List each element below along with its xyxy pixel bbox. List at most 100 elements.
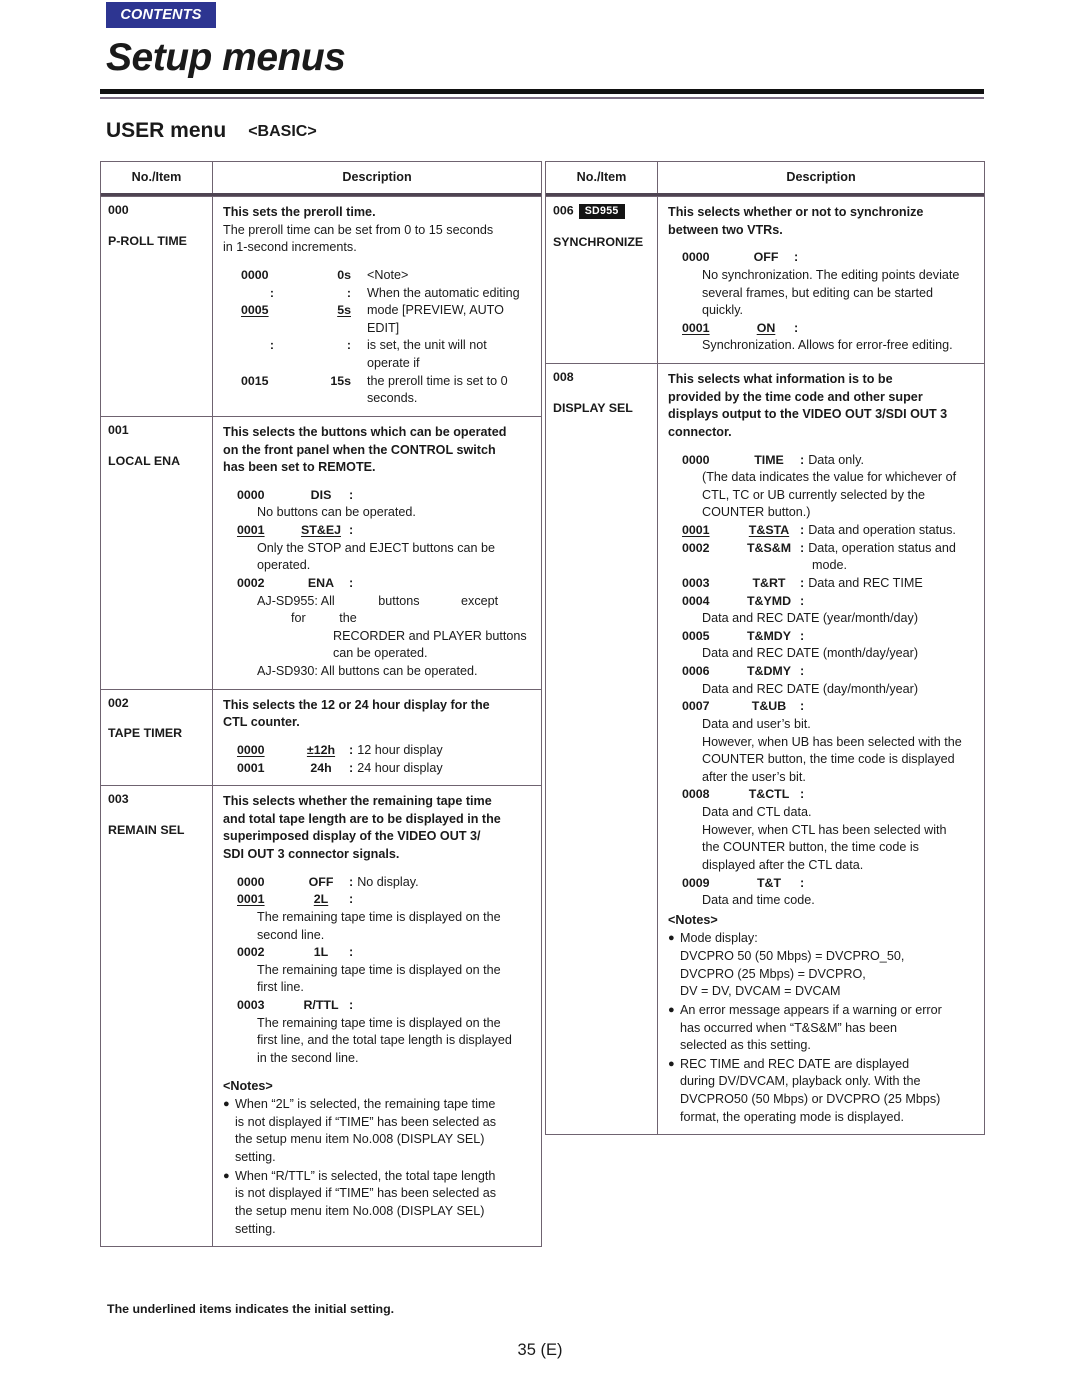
preroll-note: When the automatic editing (367, 285, 520, 300)
option-text-2: However, when UB has been selected with … (702, 734, 962, 749)
option-code: 0001 (682, 320, 710, 335)
note-line-4: format, the operating mode is displayed. (680, 1109, 905, 1124)
preroll-value: 15s (330, 373, 351, 388)
option-model-cont-1: RECORDER and PLAYER buttons (333, 628, 527, 643)
option-text-2: first line. (257, 980, 304, 995)
note-item: ● Mode display: DVCPRO 50 (50 Mbps) = DV… (668, 930, 975, 1001)
preroll-code: : (269, 338, 275, 353)
note-text: An error message appears if a warning or… (680, 1002, 975, 1055)
model-badge: SD955 (578, 204, 625, 220)
option-line: 0001 ON : (682, 320, 975, 338)
option-line: 0003 R/TTL : (237, 997, 532, 1015)
option-code: 0001 (237, 760, 265, 775)
option-note-3: COUNTER button.) (702, 505, 811, 520)
preroll-note: mode [PREVIEW, AUTO EDIT] (367, 303, 504, 335)
row-description: This selects whether or not to synchroni… (658, 197, 984, 363)
row-description: This selects the 12 or 24 hour display f… (213, 690, 541, 786)
user-menu-table-right: No./Item Description 006 SD955 SYNCHRONIZ… (545, 161, 985, 1136)
option-text: Data only. (808, 452, 864, 467)
option-colon: : (800, 593, 805, 608)
desc-lead-4: SDI OUT 3 connector signals. (223, 847, 400, 861)
bullet-icon: ● (223, 1169, 230, 1182)
notes-heading: <Notes> (668, 912, 718, 927)
option-code: 0000 (682, 250, 710, 265)
option-colon: : (349, 742, 354, 757)
option-label: T&S&M (746, 540, 792, 555)
option-colon: : (349, 945, 354, 960)
option-model-930: AJ-SD930: All buttons can be operated. (257, 664, 478, 678)
header-no-item: No./Item (546, 162, 658, 193)
option-label: T&YMD (746, 593, 792, 608)
preroll-line: 0000 0s <Note> (241, 267, 532, 285)
option-text-2: operated. (257, 558, 311, 573)
option-model-955: AJ-SD955: All (257, 593, 335, 608)
row-item-name: SYNCHRONIZE (553, 235, 644, 250)
table-row: 001 LOCAL ENA This selects the buttons w… (101, 415, 541, 689)
table-row: 000 P-ROLL TIME This sets the preroll ti… (101, 196, 541, 416)
option-code: 0008 (682, 787, 710, 802)
option-text-3: COUNTER button, the time code is display… (702, 752, 955, 767)
option-text-4: after the user’s bit. (702, 769, 806, 784)
option-model-cont-2: can be operated. (333, 646, 428, 661)
preroll-code: : (269, 285, 275, 300)
note-line-1: Mode display: (680, 931, 758, 946)
note-text: Mode display: DVCPRO 50 (50 Mbps) = DVCP… (680, 930, 975, 1001)
desc-lead-1: This selects what information is to be (668, 372, 893, 386)
option-text-1: The remaining tape time is displayed on … (257, 962, 501, 977)
header-description: Description (342, 170, 412, 184)
option-code: 0000 (237, 874, 265, 889)
option-line: 0005 T&MDY : (682, 628, 975, 646)
contents-tab[interactable]: CONTENTS (106, 2, 216, 28)
option-colon: : (800, 875, 805, 890)
option-line: 0001 ST&EJ : (237, 522, 532, 540)
preroll-code: 0015 (241, 373, 269, 388)
option-label: OFF (308, 874, 334, 889)
option-colon: : (349, 998, 354, 1012)
desc-lead-1: This selects whether the remaining tape … (223, 794, 492, 809)
option-colon: : (800, 540, 805, 555)
option-label: 2L (313, 892, 329, 907)
option-text-2: However, when CTL has been selected with (702, 822, 947, 837)
preroll-line: 0015 15s the preroll time is set to 0 (241, 373, 532, 391)
note-line-1: When “R/TTL” is selected, the total tape… (235, 1168, 496, 1183)
row-description: This selects the buttons which can be op… (213, 417, 541, 689)
note-line-4: setting. (235, 1221, 276, 1236)
preroll-note: seconds. (367, 391, 418, 406)
header-description: Description (786, 170, 856, 184)
section-title: USER menu <BASIC> (106, 119, 317, 143)
option-list: 0000 ±12h : 12 hour display 0001 24h : 2… (237, 742, 532, 777)
note-text: REC TIME and REC DATE are displayed duri… (680, 1056, 975, 1127)
desc-lead-3: has been set to REMOTE. (223, 460, 376, 475)
note-line-3: selected as this setting. (680, 1038, 811, 1053)
note-text: When “2L” is selected, the remaining tap… (235, 1096, 532, 1167)
desc-body-1: The preroll time can be set from 0 to 15… (223, 222, 494, 237)
option-line: 0000 DIS : (237, 487, 532, 505)
bullet-icon: ● (668, 1057, 675, 1070)
row-no-item: 006 SD955 SYNCHRONIZE (546, 197, 658, 363)
option-text-3: the COUNTER button, the time code is (702, 840, 919, 855)
page-number: 35 (E) (517, 1341, 563, 1359)
row-description: This sets the preroll time. The preroll … (213, 197, 541, 416)
page-title: Setup menus (106, 36, 346, 79)
option-colon: : (349, 760, 354, 775)
option-label: ST&EJ (301, 523, 341, 537)
option-line: 0001 T&STA : Data and operation status. (682, 522, 975, 540)
table-row: 003 REMAIN SEL This selects whether the … (101, 785, 541, 1247)
option-colon: : (800, 628, 805, 643)
opt-w4: the (339, 611, 357, 626)
preroll-note: the preroll time is set to 0 (367, 373, 508, 388)
option-code: 0000 (237, 742, 265, 757)
option-code: 0002 (682, 540, 710, 555)
contents-tab-label: CONTENTS (120, 7, 202, 23)
option-text-1: No synchronization. The editing points d… (702, 267, 960, 282)
user-menu-table-left: No./Item Description 000 P-ROLL TIME Thi… (100, 161, 542, 1248)
option-line: 0000 TIME : Data only. (682, 452, 975, 470)
note-item: ● An error message appears if a warning … (668, 1002, 975, 1055)
row-number: 003 (108, 792, 129, 807)
option-colon: : (800, 575, 805, 590)
option-text-cont: mode. (812, 558, 848, 573)
option-text: No buttons can be operated. (257, 505, 416, 520)
row-number-wrap: 006 SD955 (553, 204, 652, 220)
option-text-3: in the second line. (257, 1050, 359, 1065)
option-text: Data, operation status and (808, 540, 956, 555)
